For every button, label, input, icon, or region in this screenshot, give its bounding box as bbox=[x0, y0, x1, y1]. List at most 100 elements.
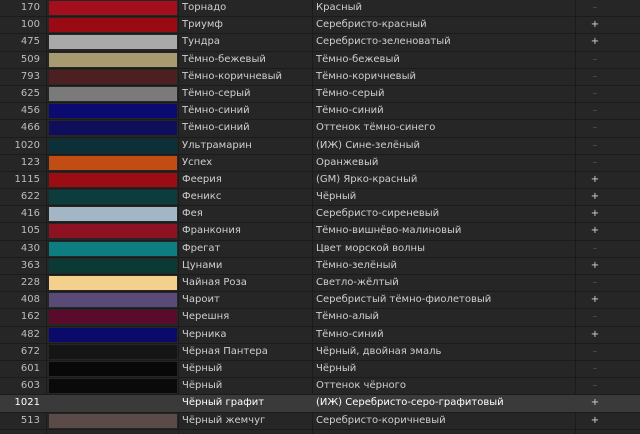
plus-mark: + bbox=[590, 259, 600, 271]
color-code: 622 bbox=[20, 191, 40, 203]
color-code: 228 bbox=[20, 277, 40, 288]
color-description: Серебристо-зеленоватый bbox=[316, 36, 451, 48]
color-code: 601 bbox=[20, 362, 40, 374]
color-description: Красный bbox=[316, 2, 363, 13]
color-description: Оттенок чёрного bbox=[316, 380, 406, 392]
color-description: Тёмно-бежевый bbox=[316, 53, 400, 65]
color-swatch bbox=[49, 35, 177, 50]
color-swatch bbox=[49, 104, 177, 119]
minus-mark: – bbox=[592, 156, 598, 168]
color-description: Оранжевый bbox=[316, 156, 379, 168]
minus-mark: – bbox=[592, 122, 598, 134]
color-code: 513 bbox=[20, 414, 40, 426]
table-row[interactable]: 430 Фрегат Цвет морской волны – bbox=[0, 241, 640, 258]
color-description: Серебристо-сиреневый bbox=[316, 208, 440, 220]
color-description: Тёмно-алый bbox=[316, 311, 379, 323]
color-name: Триумф bbox=[182, 19, 223, 31]
table-row[interactable]: 456 Тёмно-синий Тёмно-синий – bbox=[0, 103, 640, 121]
table-row[interactable]: 123 Успех Оранжевый – bbox=[0, 155, 640, 172]
table-row[interactable]: 228 Чайная Роза Светло-жёлтый – bbox=[0, 275, 640, 293]
table-row[interactable]: 482 Черника Тёмно-синий + bbox=[0, 327, 640, 344]
plus-mark: + bbox=[590, 225, 600, 237]
color-description: Цвет морской волны bbox=[316, 242, 425, 254]
color-swatch bbox=[49, 276, 177, 290]
color-swatch bbox=[49, 69, 177, 84]
color-code: 482 bbox=[20, 328, 40, 340]
table-row[interactable]: 416 Фея Серебристо-сиреневый + bbox=[0, 206, 640, 224]
color-name: Феерия bbox=[182, 173, 222, 185]
color-description: Тёмно-зелёный bbox=[316, 259, 398, 271]
color-swatch bbox=[49, 52, 177, 67]
color-description: Тёмно-вишнёво-малиновый bbox=[316, 225, 462, 237]
color-swatch bbox=[49, 344, 177, 359]
table-row[interactable]: 513 Чёрный жемчуг Серебристо-коричневый + bbox=[0, 413, 640, 430]
color-code: 603 bbox=[20, 380, 40, 392]
color-code: 1115 bbox=[14, 173, 40, 185]
color-name: Фея bbox=[182, 208, 203, 220]
color-description: Серебристый тёмно-фиолетовый bbox=[316, 294, 492, 306]
color-name: Черника bbox=[182, 328, 227, 340]
color-swatch bbox=[49, 172, 177, 187]
plus-mark: + bbox=[590, 414, 600, 426]
color-code: 162 bbox=[20, 311, 40, 323]
plus-mark: + bbox=[590, 208, 600, 220]
color-swatch bbox=[49, 224, 177, 239]
color-name: Феникс bbox=[182, 191, 222, 203]
color-description: Серебристо-коричневый bbox=[316, 414, 446, 426]
table-row[interactable]: 603 Чёрный Оттенок чёрного – bbox=[0, 378, 640, 396]
color-name: Чёрный жемчуг bbox=[182, 414, 266, 426]
table-row[interactable]: 601 Чёрный Чёрный – bbox=[0, 361, 640, 379]
table-row[interactable]: 100 Триумф Серебристо-красный + bbox=[0, 17, 640, 35]
color-description: Тёмно-синий bbox=[316, 328, 384, 340]
table-row[interactable]: 466 Тёмно-синий Оттенок тёмно-синего – bbox=[0, 120, 640, 138]
color-code: 408 bbox=[20, 294, 40, 306]
table-row[interactable]: 105 Франкония Тёмно-вишнёво-малиновый + bbox=[0, 223, 640, 241]
table-row[interactable]: 170 Торнадо Красный – bbox=[0, 0, 640, 18]
color-name: Тёмно-синий bbox=[182, 122, 250, 134]
minus-mark: – bbox=[592, 70, 598, 82]
color-swatch bbox=[49, 190, 177, 205]
color-swatch bbox=[49, 258, 177, 273]
color-name: Чёрный графит bbox=[182, 397, 265, 409]
color-description: Тёмно-коричневый bbox=[316, 70, 416, 82]
color-code: 1021 bbox=[14, 397, 40, 409]
plus-mark: + bbox=[590, 36, 600, 48]
table-row[interactable]: 625 Тёмно-серый Тёмно-серый – bbox=[0, 86, 640, 104]
color-swatch bbox=[49, 241, 177, 256]
color-description: (ИЖ) Сине-зелёный bbox=[316, 139, 420, 151]
color-description: Чёрный bbox=[316, 362, 357, 374]
minus-mark: – bbox=[592, 277, 598, 288]
table-row[interactable]: 672 Чёрная Пантера Чёрный, двойная эмаль – bbox=[0, 344, 640, 361]
color-code: 625 bbox=[20, 87, 40, 99]
color-description: (GM) Ярко-красный bbox=[316, 173, 418, 185]
minus-mark: – bbox=[592, 139, 598, 151]
plus-mark: + bbox=[590, 294, 600, 306]
color-code: 456 bbox=[20, 105, 40, 117]
table-row[interactable]: 408 Чароит Серебристый тёмно-фиолетовый + bbox=[0, 292, 640, 310]
table-row[interactable]: 1020 Ультрамарин (ИЖ) Сине-зелёный – bbox=[0, 138, 640, 155]
minus-mark: – bbox=[592, 87, 598, 99]
color-swatch bbox=[49, 413, 177, 428]
minus-mark: – bbox=[592, 345, 598, 357]
color-code: 793 bbox=[20, 70, 40, 82]
color-name: Торнадо bbox=[182, 2, 227, 13]
color-swatch bbox=[49, 18, 177, 33]
color-name: Чёрный bbox=[182, 362, 223, 374]
table-row[interactable]: 509 Тёмно-бежевый Тёмно-бежевый – bbox=[0, 52, 640, 69]
minus-mark: – bbox=[592, 2, 598, 13]
minus-mark: – bbox=[592, 380, 598, 392]
color-swatch bbox=[49, 138, 177, 153]
table-row[interactable]: 1021 Чёрный графит (ИЖ) Серебристо-серо-гр… bbox=[0, 395, 640, 413]
color-code: 1020 bbox=[14, 139, 40, 151]
table-row[interactable]: 162 Черешня Тёмно-алый – bbox=[0, 309, 640, 327]
minus-mark: – bbox=[592, 242, 598, 254]
table-row[interactable]: 622 Феникс Чёрный + bbox=[0, 189, 640, 207]
color-description: Серебристо-красный bbox=[316, 19, 427, 31]
color-name: Чароит bbox=[182, 294, 220, 306]
table-row[interactable]: 363 Цунами Тёмно-зелёный + bbox=[0, 258, 640, 275]
color-description: (ИЖ) Серебристо-серо-графитовый bbox=[316, 397, 504, 409]
table-row[interactable]: 475 Тундра Серебристо-зеленоватый + bbox=[0, 34, 640, 52]
table-row[interactable]: 793 Тёмно-коричневый Тёмно-коричневый – bbox=[0, 69, 640, 86]
color-name: Тёмно-бежевый bbox=[182, 53, 266, 65]
table-row[interactable]: 1115 Феерия (GM) Ярко-красный + bbox=[0, 172, 640, 190]
